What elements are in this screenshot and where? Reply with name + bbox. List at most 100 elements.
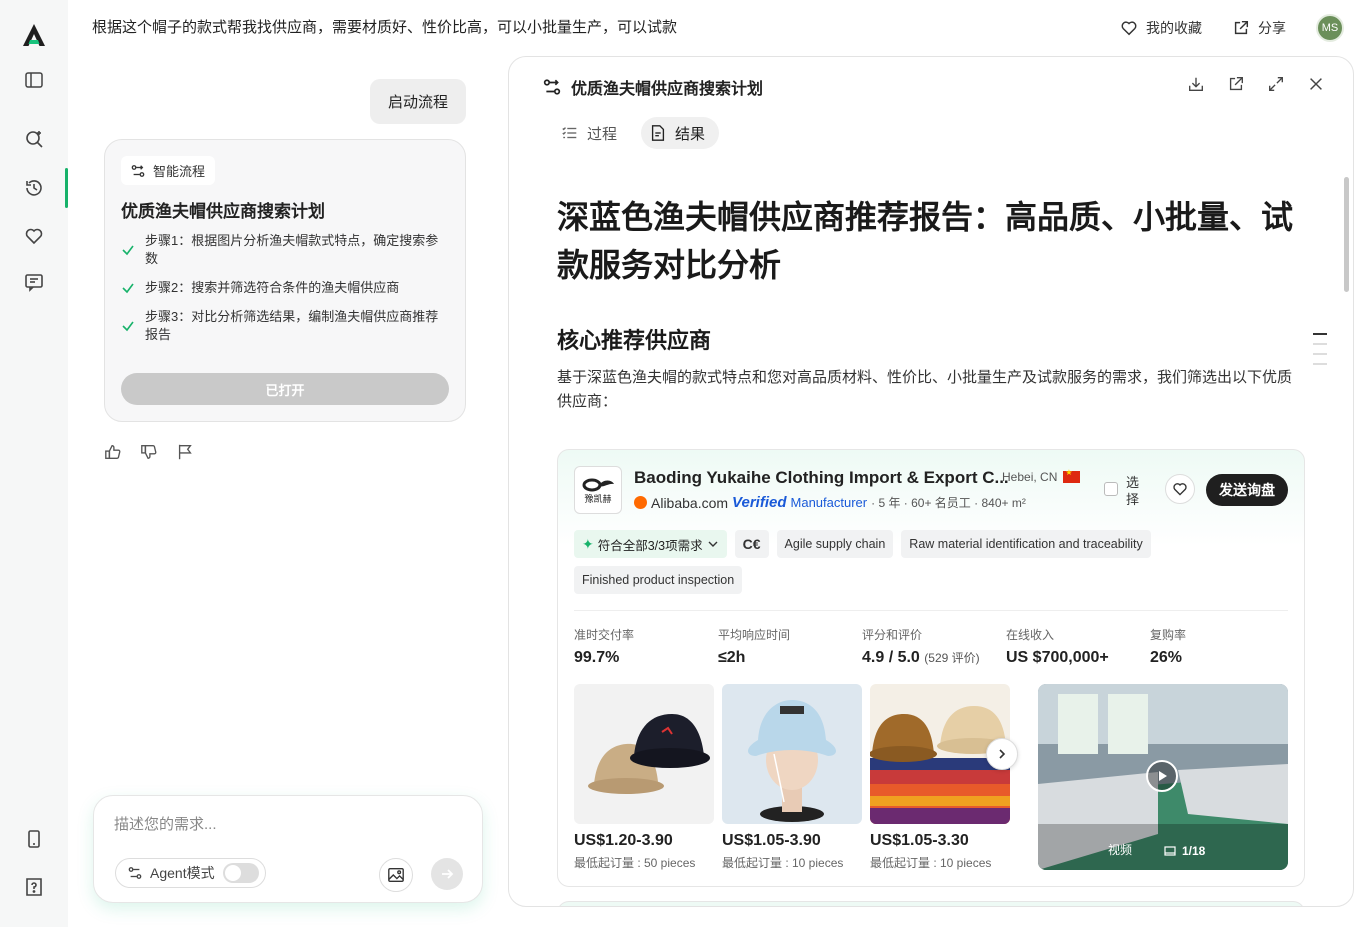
left-rail: [0, 0, 68, 927]
thumbs-down-icon[interactable]: [140, 443, 158, 461]
upload-image-button[interactable]: [379, 858, 413, 892]
match-tag[interactable]: ✦ 符合全部3/3项需求: [574, 530, 727, 558]
tab-result-label: 结果: [675, 125, 706, 143]
flag-icon[interactable]: [176, 443, 194, 461]
supplier-card[interactable]: 豫凯赫 Baoding Yukaihe Clothing Import & Ex…: [557, 449, 1305, 887]
flow-step-text: 步骤1：根据图片分析渔夫帽款式特点，确定搜索参数: [145, 233, 439, 266]
product-moq: 最低起订量 : 10 pieces: [722, 856, 844, 870]
sidebar-toggle-icon[interactable]: [20, 66, 48, 94]
panel-tabs: 过程 结果: [553, 117, 720, 149]
feedback-bar: [104, 443, 194, 461]
video-label: 视频: [1108, 843, 1133, 857]
gallery-icon: [1164, 846, 1176, 856]
user-message: 启动流程: [370, 79, 466, 124]
tab-process[interactable]: 过程: [553, 117, 631, 149]
download-icon[interactable]: [1187, 75, 1205, 93]
tag-item: Raw material identification and traceabi…: [901, 530, 1151, 558]
metric-label: 准时交付率: [574, 628, 635, 642]
document-icon: [651, 125, 665, 141]
sparkle-icon: ✦: [582, 535, 594, 552]
flow-step: 步骤3：对比分析筛选结果，编制渔夫帽供应商推荐报告: [121, 308, 449, 344]
image-icon: [388, 868, 404, 882]
heart-icon: [1121, 21, 1137, 36]
match-tag-label: 符合全部3/3项需求: [597, 538, 703, 553]
history-icon[interactable]: [20, 174, 48, 202]
toc-indicator[interactable]: [1313, 333, 1327, 373]
user-avatar[interactable]: MS: [1316, 14, 1344, 42]
report-panel: 优质渔夫帽供应商搜索计划 过程 结果 深蓝色渔夫帽供应商推荐报告：高品质、小批量…: [508, 56, 1354, 907]
metric-extra[interactable]: (529 评价): [924, 651, 979, 665]
product-image[interactable]: [574, 684, 714, 824]
china-flag-icon: [1063, 468, 1081, 483]
product-item[interactable]: US$1.20-3.90 最低起订量 : 50 pieces: [574, 684, 714, 871]
tag-label: Raw material identification and traceabi…: [909, 537, 1143, 551]
metric-label: 评分和评价: [862, 628, 923, 642]
factory-video[interactable]: 视频 1/18: [1038, 684, 1288, 870]
tab-process-label: 过程: [587, 125, 618, 143]
supplier-location-text: Hebei, CN: [1002, 470, 1058, 484]
product-moq: 最低起订量 : 50 pieces: [574, 856, 696, 870]
supplier-stats: · 5 年 · 60+ 名员工 · 840+ m²: [871, 496, 1026, 510]
product-moq: 最低起订量 : 10 pieces: [870, 856, 992, 870]
messages-icon[interactable]: [20, 268, 48, 296]
app-logo-icon[interactable]: [21, 22, 47, 48]
metric-value: ≤2h: [718, 649, 746, 666]
metric-value: US $700,000+: [1006, 649, 1109, 666]
help-icon[interactable]: [20, 873, 48, 901]
share-icon[interactable]: [1227, 75, 1245, 93]
report-title: 深蓝色渔夫帽供应商推荐报告：高品质、小批量、试款服务对比分析: [557, 199, 1294, 283]
carousel-next-button[interactable]: [986, 738, 1018, 770]
composer: Agent模式: [93, 795, 483, 903]
panel-tools: [1187, 75, 1325, 93]
metric-value: 99.7%: [574, 649, 620, 666]
agent-mode-label: Agent模式: [150, 865, 215, 881]
share-button[interactable]: 分享: [1232, 18, 1286, 38]
metric-value: 26%: [1150, 649, 1183, 666]
check-icon: [122, 321, 134, 332]
metric-value: 4.9 / 5.0: [862, 649, 920, 666]
flow-title: 优质渔夫帽供应商搜索计划: [121, 202, 325, 221]
composer-input[interactable]: [114, 816, 454, 833]
check-icon: [122, 245, 134, 256]
panel-scrollbar[interactable]: [1344, 177, 1349, 292]
flow-card: 智能流程 优质渔夫帽供应商搜索计划 步骤1：根据图片分析渔夫帽款式特点，确定搜索…: [104, 139, 466, 422]
product-price: US$1.05-3.90: [722, 832, 821, 849]
supplier-meta: Alibaba.com Verified Manufacturer · 5 年 …: [634, 494, 1026, 511]
metric-rating: 评分和评价 4.9 / 5.0 (529 评价): [862, 626, 1006, 667]
expand-icon[interactable]: [1267, 75, 1285, 93]
tag-item: Agile supply chain: [776, 530, 894, 558]
product-item[interactable]: US$1.05-3.90 最低起订量 : 10 pieces: [722, 684, 862, 871]
flow-chip: 智能流程: [121, 156, 216, 185]
favorites-icon[interactable]: [20, 222, 48, 250]
divider: [574, 610, 1288, 611]
supplier-name[interactable]: Baoding Yukaihe Clothing Import & Export…: [634, 468, 1009, 488]
alibaba-icon: [634, 496, 647, 509]
select-checkbox[interactable]: [1104, 482, 1118, 496]
mobile-app-icon[interactable]: [20, 825, 48, 853]
favorite-supplier-button[interactable]: [1165, 474, 1195, 504]
send-inquiry-button[interactable]: 发送询盘: [1206, 474, 1288, 506]
tab-result[interactable]: 结果: [641, 117, 720, 149]
send-button[interactable]: [431, 858, 463, 890]
check-icon: [122, 283, 134, 294]
flow-step: 步骤1：根据图片分析渔夫帽款式特点，确定搜索参数: [121, 232, 449, 268]
select-supplier[interactable]: 选择: [1104, 474, 1140, 508]
next-supplier-card[interactable]: [557, 901, 1305, 906]
supplier-type: Manufacturer: [790, 495, 868, 510]
flow-step-text: 步骤3：对比分析筛选结果，编制渔夫帽供应商推荐报告: [145, 309, 439, 342]
product-price: US$1.20-3.90: [574, 832, 673, 849]
agent-mode-switch[interactable]: [222, 863, 259, 883]
app-root: 根据这个帽子的款式帮我找供应商，需要材质好、性价比高，可以小批量生产，可以试款 …: [0, 0, 1368, 927]
flow-opened-button[interactable]: 已打开: [121, 373, 449, 405]
new-search-icon[interactable]: [20, 125, 48, 153]
thumbs-up-icon[interactable]: [104, 443, 122, 461]
agent-mode-toggle[interactable]: Agent模式: [115, 858, 266, 888]
favorites-button[interactable]: 我的收藏: [1120, 18, 1202, 38]
select-label: 选择: [1126, 475, 1140, 507]
product-item[interactable]: US$1.05-3.30 最低起订量 : 10 pieces: [870, 684, 1010, 871]
product-image[interactable]: [722, 684, 862, 824]
close-icon[interactable]: [1307, 75, 1325, 93]
chevron-down-icon: [708, 541, 718, 547]
play-icon[interactable]: [1146, 760, 1178, 792]
verified-badge: Verified: [732, 494, 787, 511]
